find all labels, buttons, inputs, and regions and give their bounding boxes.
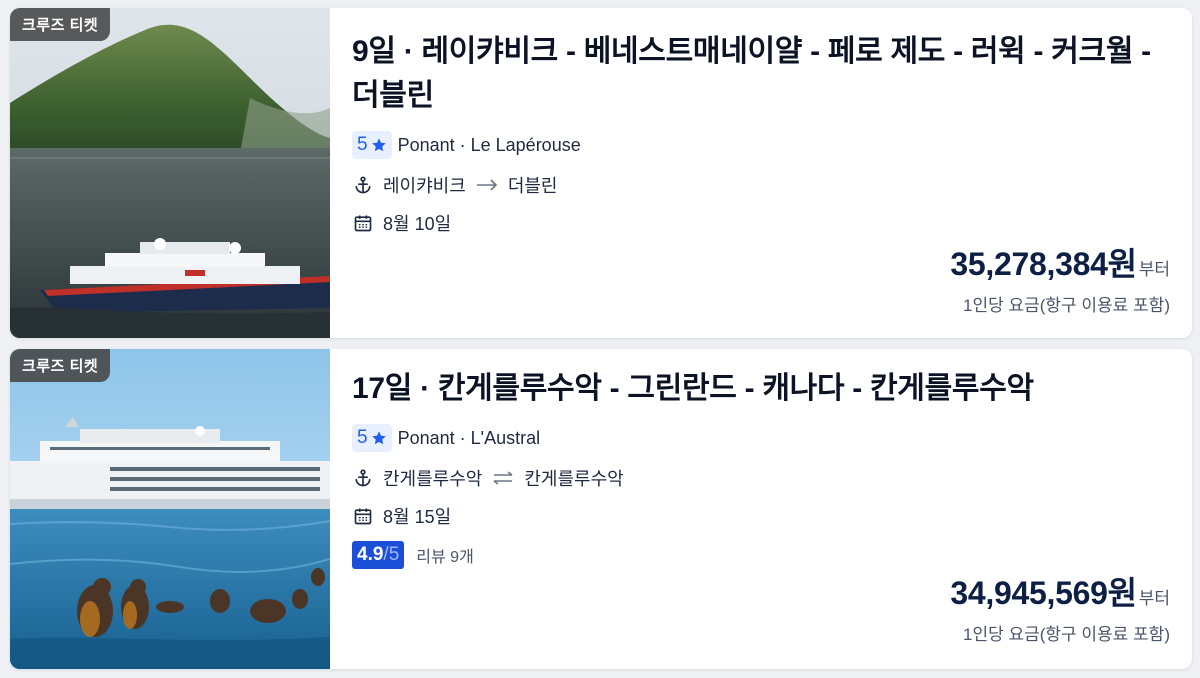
departure-date: 8월 15일 — [383, 507, 452, 527]
star-icon — [371, 138, 386, 152]
departure-port: 칸게를루수악 — [383, 469, 483, 489]
cruise-photo[interactable]: 크루즈 티켓 — [10, 349, 330, 669]
anchor-icon — [352, 174, 374, 196]
star-icon — [371, 431, 386, 445]
cruise-title[interactable]: 17일 · 칸게를루수악 - 그린란드 - 캐나다 - 칸게를루수악 — [352, 367, 1170, 411]
departure-date: 8월 10일 — [383, 214, 452, 234]
price-note: 1인당 요금(항구 이용료 포함) — [963, 625, 1170, 644]
ship-sealions-image — [10, 349, 330, 669]
arrow-right-icon — [476, 178, 498, 192]
cruise-ticket-badge: 크루즈 티켓 — [10, 349, 111, 382]
star-rating-badge: 5 — [352, 424, 392, 452]
route-row: 칸게를루수악 칸게를루수악 — [352, 465, 1170, 491]
review-score-max: /5 — [383, 544, 400, 565]
review-row: 4.9/5 리뷰 9개 — [352, 541, 1170, 569]
fjord-ship-image — [10, 8, 330, 338]
round-trip-icon — [492, 471, 514, 485]
anchor-icon — [352, 467, 374, 489]
cruise-info: 17일 · 칸게를루수악 - 그린란드 - 캐나다 - 칸게를루수악 5 Pon… — [352, 349, 1170, 669]
date-row: 8월 10일 — [352, 210, 1170, 236]
departure-port: 레이캬비크 — [383, 176, 466, 196]
cruise-title[interactable]: 9일 · 레이캬비크 - 베네스트매네이얄 - 페로 제도 - 러윅 - 커크월… — [352, 30, 1170, 118]
price-suffix: 부터 — [1138, 260, 1170, 279]
cruise-results-list: 크루즈 티켓 9일 · 레이캬비크 - 베네스트매네이얄 - 페로 제도 - 러… — [0, 0, 1200, 678]
route-row: 레이캬비크 더블린 — [352, 172, 1170, 198]
calendar-icon — [352, 505, 374, 527]
ship-rating-row: 5 Ponant · Le Lapérouse — [352, 130, 1170, 160]
arrival-port: 칸게를루수악 — [524, 469, 624, 489]
cruise-info: 9일 · 레이캬비크 - 베네스트매네이얄 - 페로 제도 - 러윅 - 커크월… — [352, 8, 1170, 338]
date-row: 8월 15일 — [352, 503, 1170, 529]
review-count-link[interactable]: 리뷰 9개 — [416, 543, 474, 567]
price-note: 1인당 요금(항구 이용료 포함) — [963, 296, 1170, 315]
review-score: 4.9 — [357, 544, 384, 565]
cruise-card[interactable]: 크루즈 티켓 17일 · 칸게를루수악 - 그린란드 - 캐나다 - 칸게를루수… — [10, 349, 1192, 669]
calendar-icon — [352, 212, 374, 234]
cruise-card[interactable]: 크루즈 티켓 9일 · 레이캬비크 - 베네스트매네이얄 - 페로 제도 - 러… — [10, 8, 1192, 338]
arrival-port: 더블린 — [507, 176, 558, 196]
star-count: 5 — [357, 134, 368, 155]
review-score-badge: 4.9/5 — [352, 541, 405, 569]
star-count: 5 — [357, 427, 368, 448]
price-block: 35,278,384원 부터 1인당 요금(항구 이용료 포함) — [950, 239, 1170, 316]
star-rating-badge: 5 — [352, 131, 392, 159]
cruise-photo[interactable]: 크루즈 티켓 — [10, 8, 330, 338]
ship-rating-row: 5 Ponant · L'Austral — [352, 423, 1170, 453]
price-amount: 34,945,569원 — [950, 575, 1137, 611]
ship-name: Ponant · Le Lapérouse — [397, 134, 581, 155]
cruise-ticket-badge: 크루즈 티켓 — [10, 8, 111, 41]
price-amount: 35,278,384원 — [950, 246, 1137, 282]
price-suffix: 부터 — [1138, 589, 1170, 608]
price-block: 34,945,569원 부터 1인당 요금(항구 이용료 포함) — [950, 568, 1170, 645]
ship-name: Ponant · L'Austral — [397, 427, 541, 448]
